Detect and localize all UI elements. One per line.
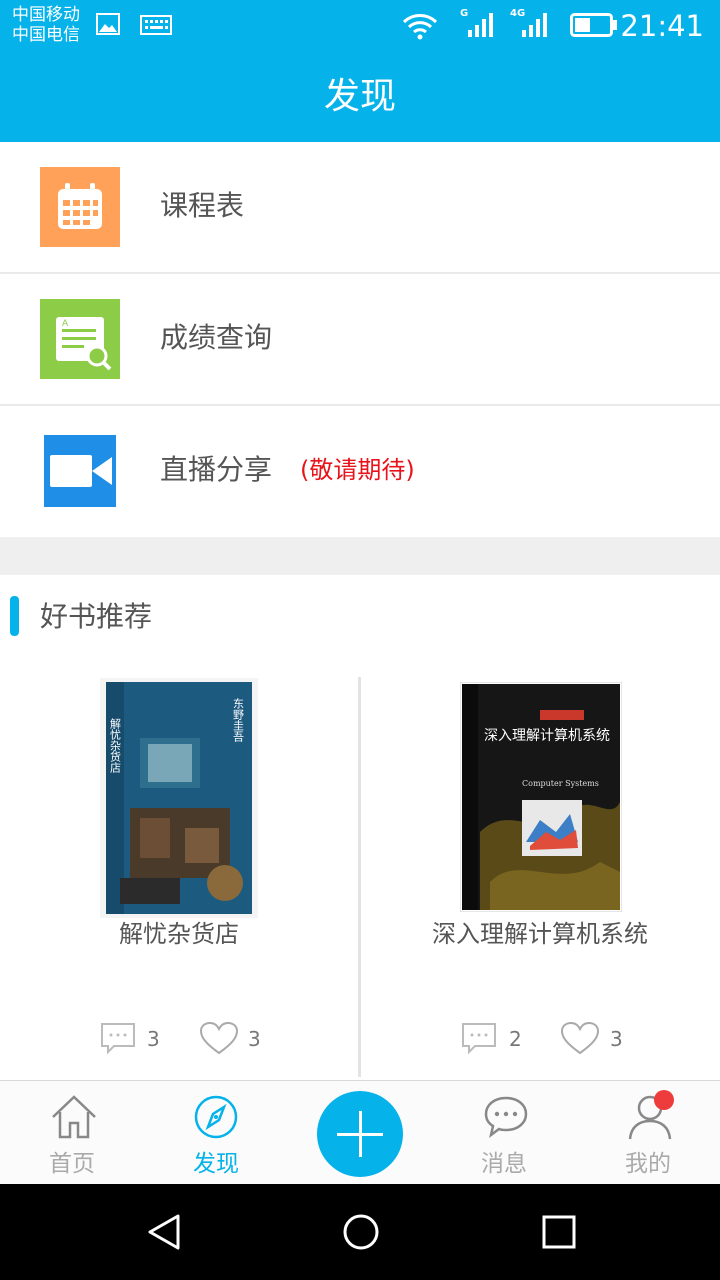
signal-icon xyxy=(522,13,547,37)
menu-item-grades[interactable]: A 成绩查询 xyxy=(0,274,720,405)
signal-icon xyxy=(468,13,493,37)
book-card[interactable]: 深入理解计算机系统 Computer Systems 深入理解计算机系统 2 3 xyxy=(361,660,719,1080)
compass-icon xyxy=(194,1095,238,1139)
book-title: 深入理解计算机系统 xyxy=(432,920,648,948)
section-gap xyxy=(0,537,720,575)
video-camera-icon xyxy=(40,431,120,511)
section-accent-bar xyxy=(10,596,19,636)
book-cover-subtitle: Computer Systems xyxy=(522,779,599,788)
status-bar: 中国移动 中国电信 G 4G 21:41 xyxy=(0,0,720,52)
menu-item-live-share[interactable]: 直播分享 (敬请期待) xyxy=(0,406,720,537)
book-title: 解忧杂货店 xyxy=(119,920,239,948)
system-navigation-bar xyxy=(0,1184,720,1280)
book-cover: 深入理解计算机系统 Computer Systems xyxy=(460,682,622,912)
like-count: 3 xyxy=(610,1027,623,1051)
tab-label: 首页 xyxy=(49,1151,95,1177)
heart-icon[interactable] xyxy=(199,1021,239,1055)
tab-messages[interactable]: 消息 xyxy=(432,1081,576,1185)
carrier-2: 中国电信 xyxy=(12,25,80,45)
carrier-info: 中国移动 中国电信 xyxy=(12,5,80,45)
menu-item-schedule[interactable]: 课程表 xyxy=(0,142,720,273)
heart-icon[interactable] xyxy=(560,1021,600,1055)
comment-count: 2 xyxy=(509,1027,522,1051)
battery-icon xyxy=(570,13,617,37)
comment-icon[interactable] xyxy=(461,1022,497,1054)
home-circle-icon[interactable] xyxy=(341,1212,381,1252)
book-cover-title: 深入理解计算机系统 xyxy=(484,728,610,744)
book-cover-author: 东野圭吾 xyxy=(232,698,245,743)
comment-count: 3 xyxy=(147,1027,160,1051)
svg-text:A: A xyxy=(62,319,69,329)
carrier-1: 中国移动 xyxy=(12,5,80,25)
grade-search-icon: A xyxy=(40,299,120,379)
home-icon xyxy=(52,1095,96,1139)
tab-discover[interactable]: 发现 xyxy=(144,1081,288,1185)
tab-label: 我的 xyxy=(625,1151,671,1177)
menu-item-label: 成绩查询 xyxy=(160,321,273,354)
notification-badge xyxy=(654,1090,674,1110)
menu-item-label: 课程表 xyxy=(160,189,245,222)
back-icon[interactable] xyxy=(144,1212,184,1252)
clock: 21:41 xyxy=(620,9,704,43)
tab-profile[interactable]: 我的 xyxy=(576,1081,720,1185)
tab-home[interactable]: 首页 xyxy=(0,1081,144,1185)
recents-icon[interactable] xyxy=(541,1214,577,1250)
page-title: 发现 xyxy=(323,76,396,117)
chat-icon xyxy=(484,1096,528,1139)
book-card[interactable]: 解忧杂货店 东野圭吾 解忧杂货店 3 3 xyxy=(0,660,358,1080)
image-icon xyxy=(96,13,120,35)
tab-label: 发现 xyxy=(193,1151,239,1177)
section-title: 好书推荐 xyxy=(40,600,153,633)
app-header: 中国移动 中国电信 G 4G 21:41 发现 xyxy=(0,0,720,142)
plus-icon[interactable] xyxy=(317,1091,403,1177)
book-cover: 解忧杂货店 东野圭吾 xyxy=(100,678,258,918)
comment-icon[interactable] xyxy=(100,1022,136,1054)
menu-item-label: 直播分享 xyxy=(160,453,273,486)
tab-label: 消息 xyxy=(481,1151,527,1177)
like-count: 3 xyxy=(248,1027,261,1051)
book-cover-title: 解忧杂货店 xyxy=(109,717,122,773)
wifi-icon xyxy=(402,14,438,40)
keyboard-icon xyxy=(140,15,172,35)
coming-soon-note: (敬请期待) xyxy=(300,456,415,484)
calendar-icon xyxy=(40,167,120,247)
